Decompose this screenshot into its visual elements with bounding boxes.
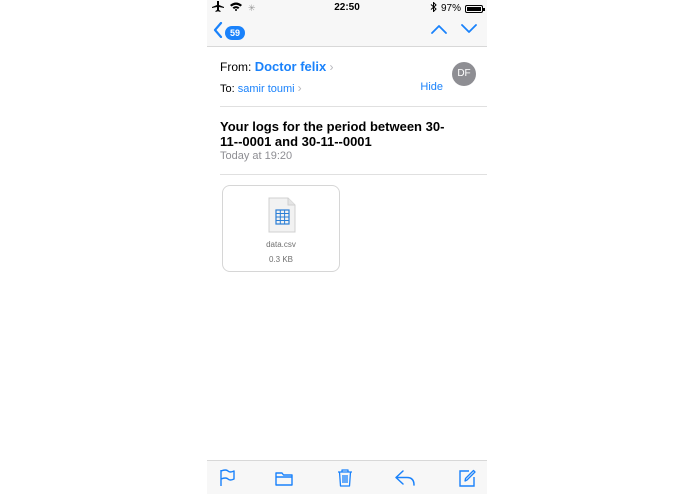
battery-percent: 97% bbox=[440, 3, 461, 14]
status-right: 97% bbox=[430, 1, 485, 15]
folder-icon bbox=[275, 472, 293, 486]
trash-icon bbox=[338, 469, 352, 487]
mail-screen: ✳ 22:50 97% 59 From: Doctor felix › DF T… bbox=[207, 0, 487, 494]
message-navigation bbox=[431, 22, 477, 41]
chevron-left-icon bbox=[213, 21, 223, 43]
to-label: To: bbox=[220, 83, 235, 95]
next-message-button[interactable] bbox=[461, 22, 477, 41]
message-subject: Your logs for the period between 30-11--… bbox=[220, 119, 445, 149]
attachment-filename: data.csv bbox=[266, 240, 296, 249]
from-row: From: Doctor felix › bbox=[220, 59, 334, 74]
move-to-folder-button[interactable] bbox=[274, 468, 294, 488]
previous-message-button[interactable] bbox=[431, 22, 447, 41]
attachment-tile[interactable]: data.csv 0.3 KB bbox=[222, 185, 340, 272]
navigation-bar: 59 bbox=[207, 16, 487, 47]
from-label: From: bbox=[220, 60, 252, 74]
chevron-right-icon: › bbox=[297, 81, 302, 95]
bottom-toolbar bbox=[207, 460, 487, 494]
compose-icon bbox=[459, 469, 476, 487]
flag-button[interactable] bbox=[217, 468, 237, 488]
sender-avatar[interactable]: DF bbox=[452, 62, 476, 86]
divider bbox=[220, 106, 487, 107]
battery-icon bbox=[465, 4, 485, 13]
attachment-size: 0.3 KB bbox=[268, 255, 293, 264]
chevron-right-icon: › bbox=[329, 60, 334, 74]
sender-name[interactable]: Doctor felix bbox=[255, 59, 327, 74]
flag-icon bbox=[220, 469, 235, 486]
divider bbox=[220, 174, 487, 175]
status-bar: ✳ 22:50 97% bbox=[207, 0, 487, 16]
to-row: To: samir toumi › bbox=[220, 81, 302, 95]
recipient-name[interactable]: samir toumi bbox=[238, 83, 295, 95]
delete-button[interactable] bbox=[335, 468, 355, 488]
unread-count-badge: 59 bbox=[225, 25, 246, 40]
message-date: Today at 19:20 bbox=[220, 150, 293, 162]
bluetooth-icon bbox=[430, 1, 437, 15]
reply-icon bbox=[395, 470, 415, 486]
spreadsheet-file-icon bbox=[268, 197, 296, 238]
back-button[interactable]: 59 bbox=[213, 21, 246, 43]
hide-details-button[interactable]: Hide bbox=[420, 81, 443, 93]
compose-button[interactable] bbox=[457, 468, 477, 488]
reply-button[interactable] bbox=[394, 468, 415, 488]
